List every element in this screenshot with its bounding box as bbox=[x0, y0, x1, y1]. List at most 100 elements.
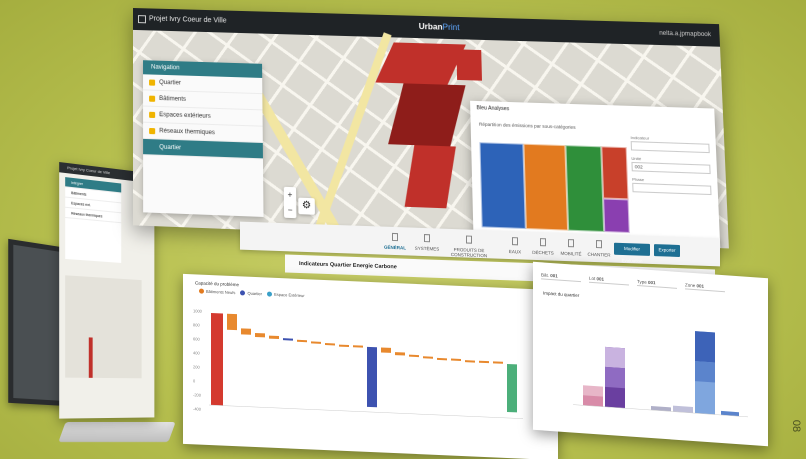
treemap-cell[interactable] bbox=[565, 145, 604, 232]
tree-icon bbox=[149, 112, 155, 118]
filter-label: Type bbox=[637, 279, 647, 285]
tab-systemes[interactable]: SYSTÈMES bbox=[408, 245, 446, 251]
zoom-out-icon[interactable]: − bbox=[284, 202, 297, 218]
treemap-cell[interactable] bbox=[479, 142, 525, 229]
gear-icon[interactable]: ⚙ bbox=[298, 198, 315, 215]
field-label: Indicateur bbox=[630, 135, 649, 141]
legend-label[interactable]: Espace Extérieur bbox=[274, 292, 304, 298]
analysis-title: Bleu Analyses bbox=[476, 105, 509, 112]
sidebar-item-label: Espaces extérieurs bbox=[159, 112, 211, 120]
treemap-cell[interactable] bbox=[603, 198, 630, 233]
waterfall-bar[interactable] bbox=[507, 364, 517, 412]
stacked-bar-chart[interactable] bbox=[543, 302, 758, 437]
page-number: 08 bbox=[790, 420, 802, 432]
phase-select[interactable] bbox=[632, 183, 711, 195]
systems-icon bbox=[424, 234, 430, 242]
general-icon bbox=[392, 233, 398, 241]
waterfall-bar[interactable] bbox=[311, 341, 321, 343]
treemap-cell[interactable] bbox=[601, 146, 628, 199]
waterfall-bar[interactable] bbox=[339, 345, 349, 347]
sidebar-item-label: Réseaux thermiques bbox=[159, 128, 215, 136]
sidebar-item-label: Quartier bbox=[159, 145, 181, 152]
filter-label: Bât. bbox=[541, 272, 549, 278]
waterfall-bar[interactable] bbox=[353, 345, 363, 347]
app-grid-icon[interactable] bbox=[138, 15, 146, 23]
waterfall-bar[interactable] bbox=[451, 359, 461, 361]
waterfall-bar[interactable] bbox=[241, 328, 251, 334]
indicator-select[interactable] bbox=[631, 141, 710, 153]
mobility-icon bbox=[568, 239, 574, 247]
monitor-bar bbox=[89, 337, 93, 377]
monitor-sidebar: Intégrer Bâtiments Espaces ext. Réseaux … bbox=[65, 177, 121, 263]
tab-produits[interactable]: PRODUITS DE CONSTRUCTION bbox=[444, 247, 494, 259]
stacked-chart-title: Impact du quartier bbox=[543, 290, 579, 298]
waterfall-bar[interactable] bbox=[423, 356, 433, 358]
waterfall-bar[interactable] bbox=[227, 314, 237, 330]
water-icon bbox=[512, 237, 518, 245]
waterfall-bar[interactable] bbox=[255, 333, 265, 337]
zoom-control[interactable]: + − bbox=[284, 187, 297, 218]
waterfall-bar[interactable] bbox=[465, 360, 475, 362]
filter-value: 001 bbox=[648, 280, 656, 286]
treemap-chart[interactable] bbox=[479, 142, 629, 233]
map-building bbox=[388, 83, 465, 146]
filter-field[interactable]: Zone 001 bbox=[685, 280, 725, 292]
stacked-bar-panel: Bât. 001 Lot 001 Type 001 Zone 001 Impac… bbox=[533, 262, 768, 446]
filter-value: 001 bbox=[597, 276, 605, 282]
y-tick: 400 bbox=[193, 350, 200, 355]
filter-field[interactable]: Type 001 bbox=[637, 277, 677, 289]
waterfall-title: Capacité du problème bbox=[195, 280, 239, 287]
legend-label[interactable]: Bâtiments Neufs bbox=[206, 289, 235, 295]
waterfall-bar[interactable] bbox=[479, 361, 489, 363]
y-tick: -200 bbox=[193, 392, 202, 397]
brand-logo: UrbanPrint bbox=[419, 16, 460, 39]
user-name[interactable]: nelta.a.jpmapbook bbox=[659, 22, 712, 46]
waterfall-legend: Bâtiments Neufs Quartier Espace Extérieu… bbox=[195, 288, 305, 298]
waterfall-bar[interactable] bbox=[437, 358, 447, 360]
waterfall-bar[interactable] bbox=[269, 336, 279, 339]
waterfall-bar[interactable] bbox=[297, 340, 307, 342]
stacked-segment[interactable] bbox=[605, 347, 625, 368]
map-building bbox=[375, 42, 466, 84]
sidebar-item-quartier-active[interactable]: Quartier bbox=[143, 139, 263, 159]
waterfall-bar[interactable] bbox=[283, 338, 293, 340]
x-axis bbox=[209, 405, 523, 419]
monitor-map bbox=[65, 275, 141, 378]
stacked-segment[interactable] bbox=[695, 361, 715, 382]
stacked-segment[interactable] bbox=[605, 367, 625, 388]
filter-field[interactable]: Lot 001 bbox=[589, 274, 629, 286]
legend-swatch bbox=[267, 292, 272, 297]
legend-label[interactable]: Quartier bbox=[247, 291, 261, 297]
field-label: Unité bbox=[631, 156, 641, 162]
stacked-segment[interactable] bbox=[583, 395, 603, 406]
export-button[interactable]: Exporter bbox=[654, 244, 680, 257]
waterfall-panel: Capacité du problème Bâtiments Neufs Qua… bbox=[183, 274, 558, 459]
square-icon bbox=[149, 79, 155, 85]
edit-evaluation-button[interactable]: Modifier Evaluation bbox=[614, 243, 650, 256]
unit-select[interactable]: 002 bbox=[631, 162, 710, 174]
legend-swatch bbox=[240, 291, 245, 296]
field-label: Phase bbox=[632, 177, 644, 183]
stacked-segment[interactable] bbox=[695, 331, 715, 362]
zoom-in-icon[interactable]: + bbox=[284, 187, 297, 203]
waterfall-bar[interactable] bbox=[211, 313, 223, 406]
filter-field[interactable]: Bât. 001 bbox=[541, 270, 581, 282]
monitor-stand bbox=[58, 422, 175, 442]
waterfall-bar[interactable] bbox=[381, 347, 391, 352]
y-tick: 0 bbox=[193, 378, 196, 383]
map-view[interactable]: Navigation Quartier Bâtiments Espaces ex… bbox=[133, 30, 729, 249]
x-axis bbox=[573, 405, 748, 417]
legend-swatch bbox=[199, 289, 204, 294]
waterfall-bar[interactable] bbox=[325, 343, 335, 345]
site-icon bbox=[596, 240, 602, 248]
y-tick: -400 bbox=[193, 406, 202, 411]
waterfall-bar[interactable] bbox=[493, 361, 503, 363]
tab-chantier[interactable]: CHANTIER bbox=[580, 251, 618, 257]
waterfall-chart[interactable]: 1000 800 600 400 200 0 -200 -400 bbox=[193, 298, 548, 453]
treemap-cell[interactable] bbox=[523, 144, 568, 231]
waterfall-bar[interactable] bbox=[395, 352, 405, 355]
network-icon bbox=[149, 128, 155, 134]
waterfall-bar[interactable] bbox=[409, 355, 419, 357]
y-tick: 600 bbox=[193, 336, 200, 341]
waterfall-bar[interactable] bbox=[367, 347, 377, 407]
